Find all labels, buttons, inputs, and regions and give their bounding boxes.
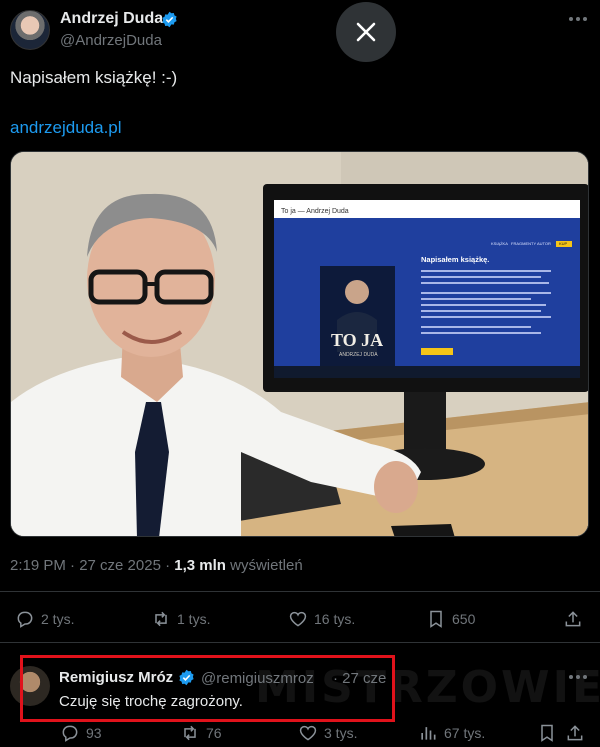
like-button[interactable]: 16 tys. [288,609,355,629]
close-icon [356,22,376,42]
screen-nav-3: AUTOR [537,241,551,246]
repost-count: 1 tys. [177,611,211,627]
reply-views-count: 67 tys. [444,725,486,741]
highlight-box [20,655,395,722]
author-name[interactable]: Andrzej Duda [60,10,163,28]
screen-nav-2: FRAGMENTY [511,241,536,246]
screen-heading: Napisałem książkę. [421,255,489,264]
reply-actions: 93 76 3 tys. 67 tys. [0,720,600,747]
book-author: ANDRZEJ DUDA [339,352,378,358]
reply-repost-button[interactable]: 76 [180,723,222,743]
reply-bookmark-button[interactable] [537,723,563,743]
post-actions: 2 tys. 1 tys. 16 tys. 650 [0,601,600,637]
bookmark-icon [430,610,442,628]
bookmark-count: 650 [452,611,476,627]
post-link[interactable]: andrzejduda.pl [10,118,122,138]
repost-button[interactable]: 1 tys. [151,609,210,629]
reply-reply-count: 93 [86,725,102,741]
screen-nav-4: KUP [559,241,568,246]
post-timestamp[interactable]: 2:19 PM · 27 cze 2025 [10,557,161,574]
post-text: Napisałem książkę! :-) [10,68,178,87]
repost-icon [155,611,167,627]
share-icon [565,611,581,627]
screen-nav-1: KSIĄŻKA [491,241,508,246]
screen-title: To ja — Andrzej Duda [281,208,349,215]
reply-repost-count: 76 [206,725,222,741]
reply-icon [62,725,78,742]
more-options-icon[interactable] [568,674,588,680]
verified-badge-icon [162,11,177,28]
photo-illustration: To ja — Andrzej Duda KSIĄŻKA FRAGMENTY A… [11,152,588,536]
reply-reply-button[interactable]: 93 [60,723,102,743]
reply-count: 2 tys. [41,611,75,627]
close-button[interactable] [336,2,396,62]
views-chart-icon [421,727,436,740]
divider [0,642,600,643]
repost-icon [184,725,196,741]
views-count: 1,3 mln [174,557,226,574]
share-icon [567,725,583,741]
reply-like-button[interactable]: 3 tys. [298,723,357,743]
bookmark-button[interactable]: 650 [426,609,475,629]
share-button[interactable] [563,609,589,629]
author-avatar[interactable] [10,10,50,50]
more-options-icon[interactable] [568,16,588,22]
post-meta: 2:19 PM · 27 cze 2025 · 1,3 mln wyświetl… [10,557,303,574]
reply-button[interactable]: 2 tys. [15,609,74,629]
reply-views-button[interactable]: 67 tys. [418,723,485,743]
author-handle[interactable]: @AndrzejDuda [60,32,162,49]
like-count: 16 tys. [314,611,356,627]
bookmark-icon [541,724,553,742]
post-photo[interactable]: To ja — Andrzej Duda KSIĄŻKA FRAGMENTY A… [10,151,589,537]
divider [0,591,600,592]
reply-share-button[interactable] [565,723,591,743]
reply-like-count: 3 tys. [324,725,358,741]
post-header: Andrzej Duda @AndrzejDuda [0,0,600,62]
views-label: wyświetleń [230,557,303,574]
heart-icon [289,611,307,627]
heart-icon [299,725,317,741]
book-title: TO JA [331,330,383,350]
reply-icon [17,611,33,628]
